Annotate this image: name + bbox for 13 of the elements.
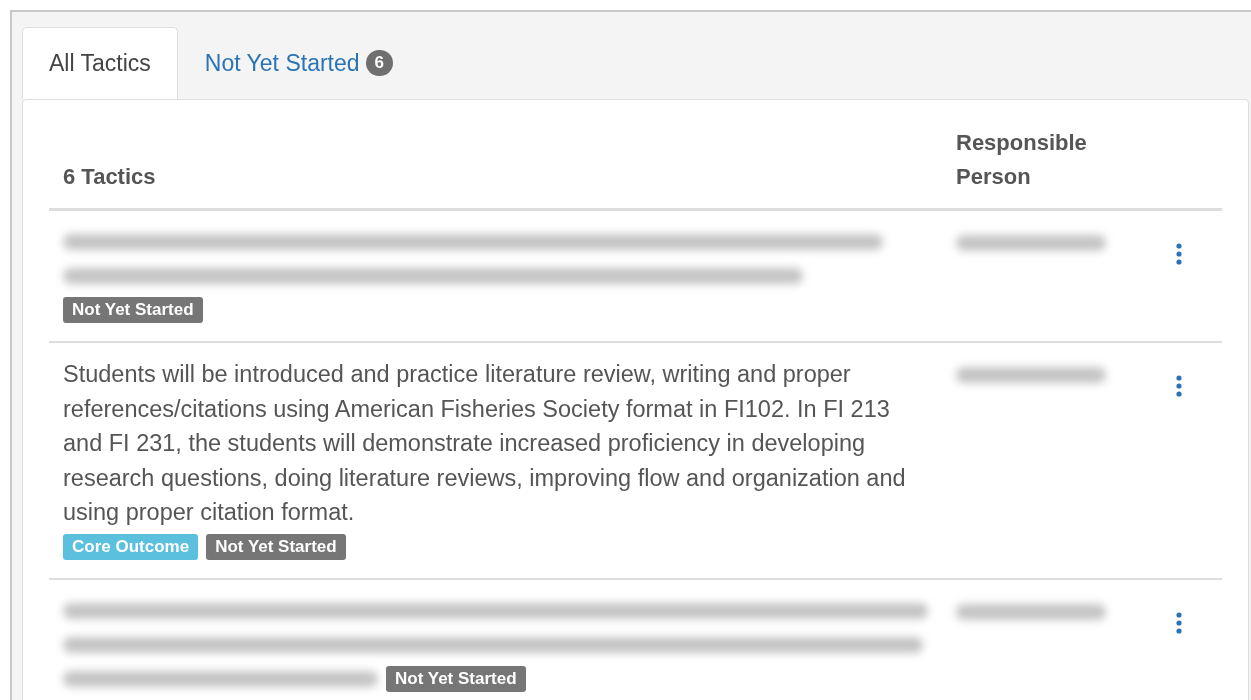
column-header: 6 Tactics	[63, 164, 156, 189]
more-options-icon[interactable]	[1176, 243, 1183, 265]
status-badge: Not Yet Started	[206, 533, 346, 560]
status-badge: Not Yet Started	[386, 665, 526, 692]
count-badge: 6	[365, 50, 394, 76]
status-badge: Not Yet Started	[63, 297, 203, 323]
tab[interactable]: All Tactics	[22, 27, 178, 99]
tactic-description: Students will be introduced and practice literature review, writing and proper references/citations using American Fisheries Society format in FI102. In FI 213 and FI 231, the students will demonstrate increased proficiency in developing research questions, doing literature reviews, improving flow and organization and using proper citation format.	[63, 360, 907, 527]
tab[interactable]: Not Yet Started 6	[177, 27, 421, 98]
more-options-icon[interactable]	[1176, 611, 1183, 634]
column-header: Responsible Person	[956, 130, 1087, 189]
more-options-icon[interactable]	[1176, 375, 1183, 397]
core-outcome-badge: Core Outcome	[63, 533, 199, 560]
